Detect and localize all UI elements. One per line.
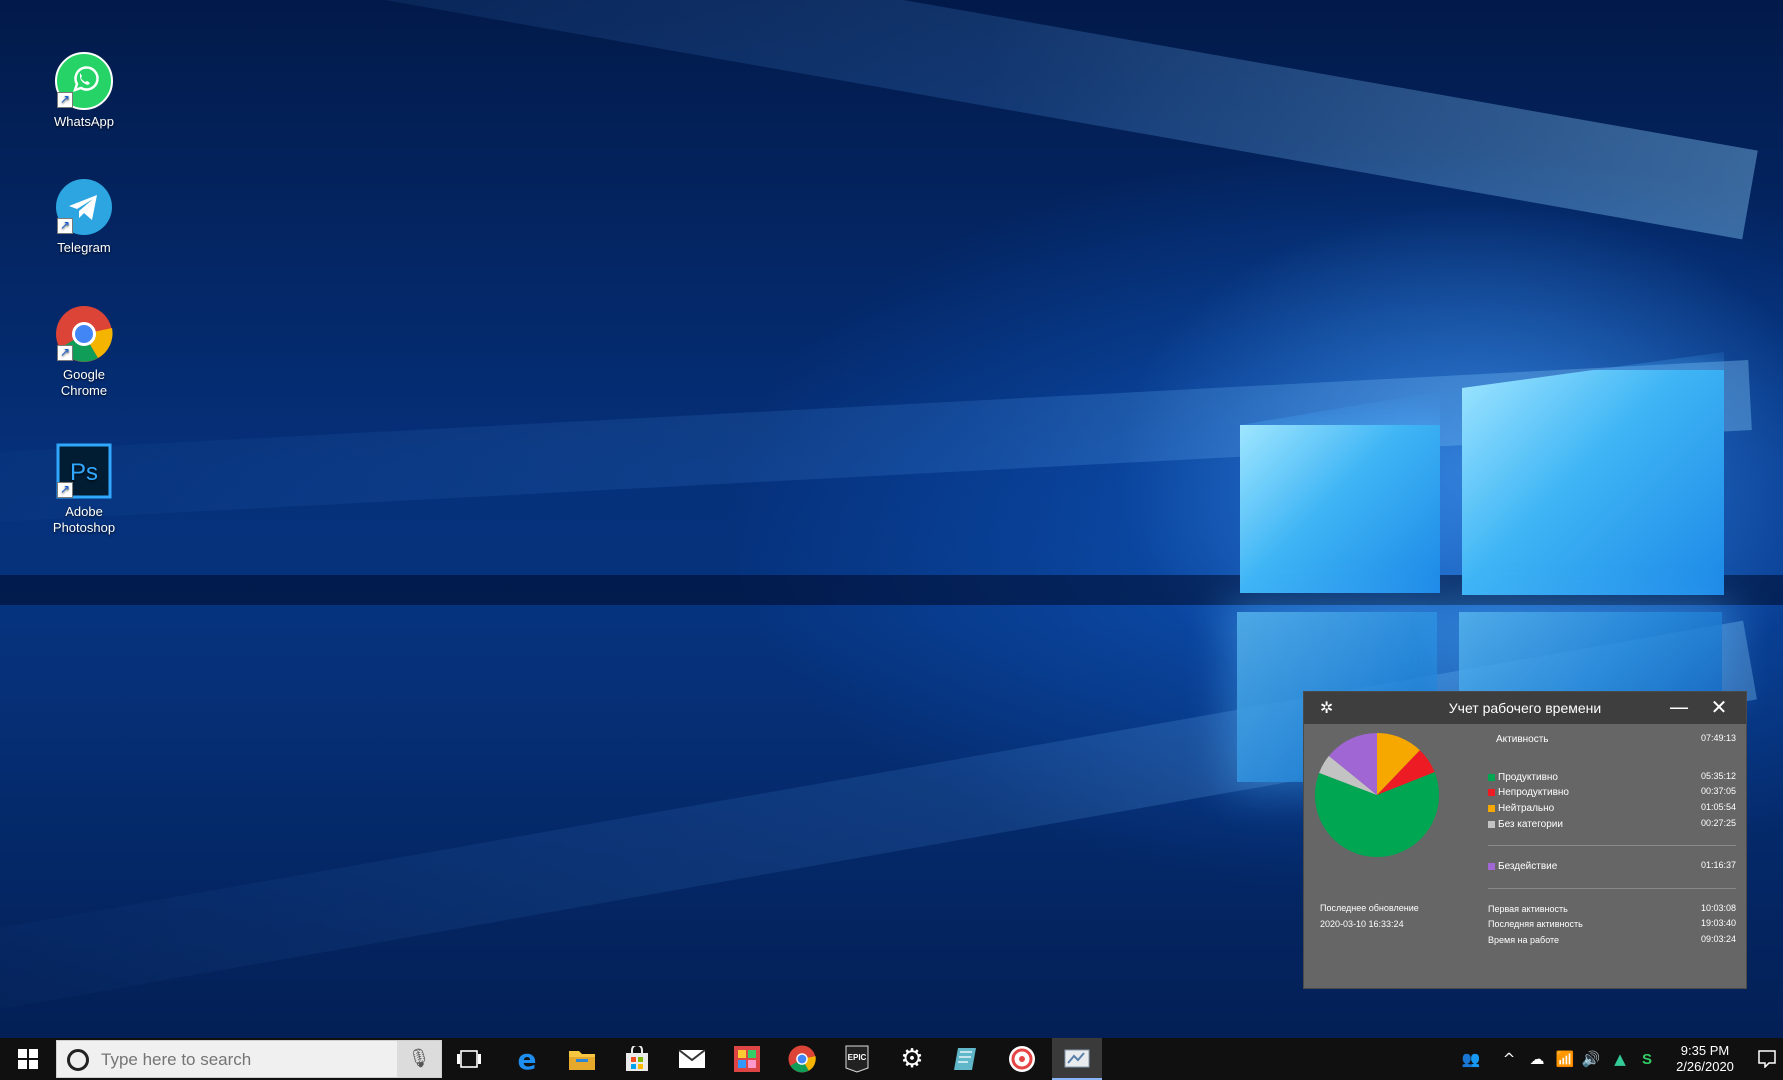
cortana-icon[interactable] (67, 1049, 89, 1071)
volume-icon[interactable]: 🔊 (1578, 1038, 1604, 1080)
edge-icon[interactable]: e (502, 1038, 552, 1080)
chrome-icon (55, 305, 113, 363)
last-update-value: 2020-03-10 16:33:24 (1320, 919, 1404, 929)
activity-pie-chart (1315, 733, 1439, 857)
tray-app-s-icon[interactable]: S (1636, 1038, 1658, 1080)
settings-icon[interactable]: ⚙ (887, 1038, 937, 1080)
taskbar-search-box[interactable]: 🎙 (56, 1040, 442, 1078)
file-explorer-icon[interactable] (557, 1038, 607, 1080)
start-button[interactable] (2, 1038, 54, 1080)
unproductive-value: 00:37:05 (1700, 786, 1736, 796)
network-icon[interactable]: 📶 (1552, 1038, 1578, 1080)
whatsapp-icon (55, 52, 113, 110)
onedrive-icon[interactable]: ☁ (1524, 1038, 1550, 1080)
svg-text:e: e (518, 1045, 537, 1073)
telegram-icon (55, 178, 113, 236)
microphone-icon[interactable]: 🎙 (397, 1041, 441, 1077)
activity-label: Активность (1496, 734, 1549, 745)
people-icon[interactable]: 👥 (1456, 1038, 1486, 1080)
legend-productive: Продуктивно (1488, 772, 1558, 783)
tray-app-green-icon[interactable]: ▲ (1608, 1038, 1632, 1080)
game-icon[interactable] (722, 1038, 772, 1080)
neutral-value: 01:05:54 (1700, 802, 1736, 812)
chrome-icon[interactable] (777, 1038, 827, 1080)
svg-text:Ps: Ps (70, 459, 98, 486)
taskbar-clock[interactable]: 9:35 PM 2/26/2020 (1660, 1043, 1750, 1075)
taskbar: 🎙 e EPIC ⚙ 👥 ^ ☁ 📶 🔊 ▲ S 9:35 PM 2/26/20… (0, 1038, 1783, 1080)
legend-swatch (1488, 788, 1495, 796)
legend-neutral: Нейтрально (1488, 803, 1554, 814)
desktop-icon-photoshop[interactable]: Ps Adobe Photoshop (36, 442, 132, 536)
desktop-icon-label: WhatsApp (54, 114, 114, 129)
time-tracker-window: ✲ Учет рабочего времени — ✕ Активность 0… (1303, 691, 1747, 989)
time-at-work-label: Время на работе (1488, 935, 1560, 945)
time-tracker-icon[interactable] (1052, 1038, 1102, 1080)
close-button[interactable]: ✕ (1704, 695, 1734, 721)
idle-value: 01:16:37 (1700, 860, 1736, 870)
first-activity-label: Первая активность (1488, 904, 1568, 914)
window-titlebar[interactable]: ✲ Учет рабочего времени — ✕ (1304, 692, 1746, 724)
legend-uncategorized: Без категории (1488, 819, 1563, 830)
search-input[interactable] (101, 1047, 381, 1073)
svg-text:EPIC: EPIC (848, 1053, 867, 1062)
desktop-icon-label: Adobe Photoshop (52, 504, 116, 535)
legend-unproductive: Непродуктивно (1488, 787, 1569, 798)
first-activity-value: 10:03:08 (1700, 903, 1736, 913)
mail-icon[interactable] (667, 1038, 717, 1080)
last-update-label: Последнее обновление (1320, 903, 1419, 913)
legend-swatch (1488, 820, 1495, 828)
clock-time: 9:35 PM (1680, 1043, 1730, 1058)
store-icon[interactable] (612, 1038, 662, 1080)
app-a-icon[interactable] (997, 1038, 1047, 1080)
desktop-icon-telegram[interactable]: Telegram (36, 178, 132, 256)
task-view-icon[interactable] (444, 1038, 494, 1080)
last-activity-value: 19:03:40 (1700, 918, 1736, 928)
windows-logo-icon (18, 1049, 38, 1069)
time-at-work-value: 09:03:24 (1700, 934, 1736, 944)
desktop-icon-label: Google Chrome (60, 367, 108, 398)
desktop-icon-chrome[interactable]: Google Chrome (36, 305, 132, 399)
show-hidden-icons-chevron-icon[interactable]: ^ (1498, 1038, 1520, 1080)
separator (1488, 845, 1736, 846)
separator (1488, 888, 1736, 889)
legend-swatch (1488, 773, 1495, 781)
minimize-button[interactable]: — (1664, 695, 1694, 721)
epic-games-icon[interactable]: EPIC (832, 1038, 882, 1080)
productive-value: 05:35:12 (1700, 771, 1736, 781)
notes-icon[interactable] (942, 1038, 992, 1080)
desktop-icon-whatsapp[interactable]: WhatsApp (36, 52, 132, 130)
clock-date: 2/26/2020 (1676, 1059, 1734, 1074)
legend-swatch (1488, 804, 1495, 812)
uncategorized-value: 00:27:25 (1700, 818, 1736, 828)
desktop-icon-label: Telegram (57, 240, 111, 255)
action-center-icon[interactable] (1752, 1038, 1782, 1080)
legend-idle: Бездействие (1488, 861, 1557, 872)
photoshop-icon: Ps (55, 442, 113, 500)
legend-swatch (1488, 862, 1495, 870)
last-activity-label: Последняя активность (1488, 919, 1583, 929)
activity-value: 07:49:13 (1700, 733, 1736, 743)
